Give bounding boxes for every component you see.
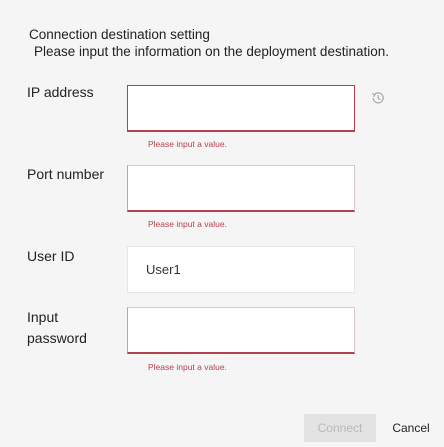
port-number-input[interactable]: [127, 165, 355, 212]
ip-address-label: IP address: [27, 84, 94, 100]
ip-address-input[interactable]: [127, 85, 355, 132]
password-label-line2: password: [27, 330, 87, 346]
password-error: Please input a value.: [148, 362, 227, 372]
connection-settings-dialog: Connection destination setting Please in…: [0, 0, 444, 447]
dialog-description: Please input the information on the depl…: [34, 44, 389, 59]
port-number-label: Port number: [27, 166, 105, 182]
ip-address-error: Please input a value.: [148, 139, 227, 149]
user-id-label: User ID: [27, 248, 75, 264]
user-id-input[interactable]: [127, 246, 355, 293]
cancel-button[interactable]: Cancel: [385, 414, 437, 442]
connect-button[interactable]: Connect: [304, 414, 376, 442]
dialog-title: Connection destination setting: [29, 27, 210, 42]
password-input[interactable]: [127, 307, 355, 354]
history-icon[interactable]: [370, 90, 386, 106]
port-number-error: Please input a value.: [148, 219, 227, 229]
password-label-line1: Input: [27, 309, 59, 325]
